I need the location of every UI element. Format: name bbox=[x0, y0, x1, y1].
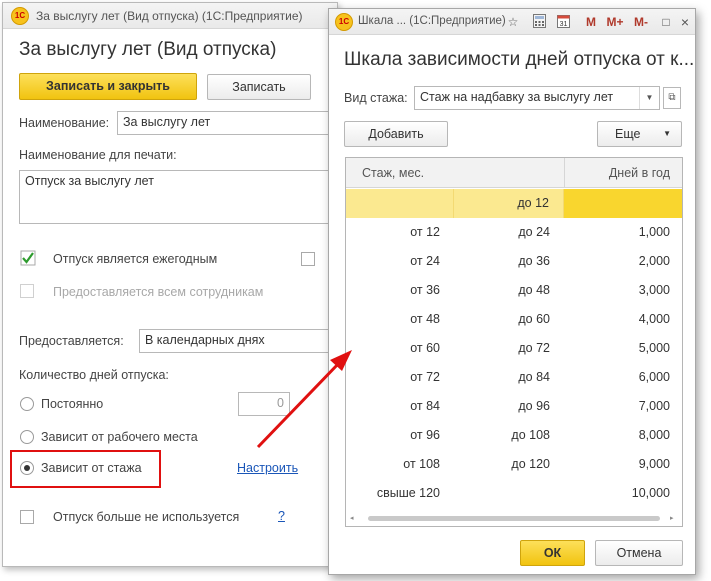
annotation-arrow bbox=[256, 350, 352, 449]
